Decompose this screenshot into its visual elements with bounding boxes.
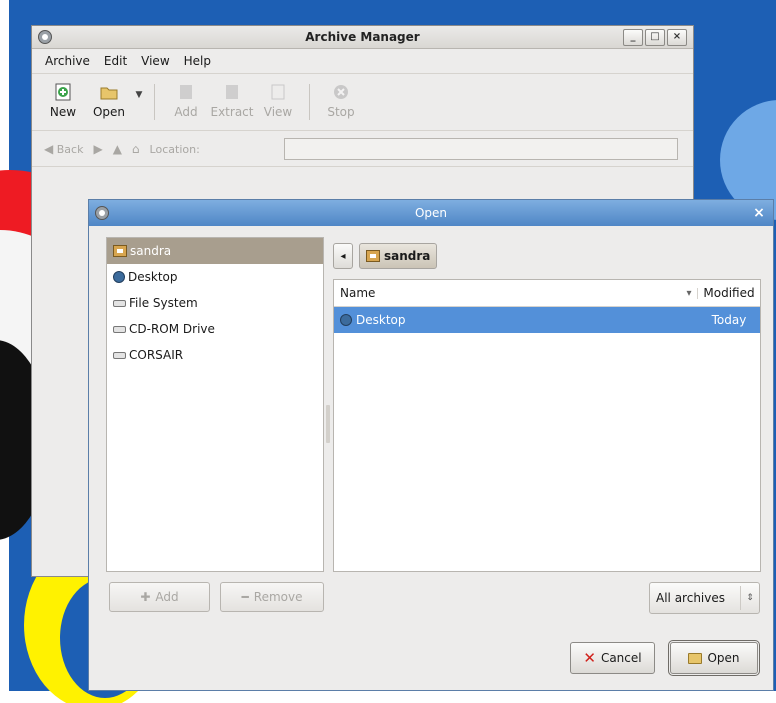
place-label: File System — [129, 296, 198, 310]
place-item-file-system[interactable]: File System — [107, 290, 323, 316]
home-folder-icon — [366, 250, 380, 262]
extract-button[interactable]: Extract — [209, 76, 255, 119]
file-list-header: Name ▾ Modified — [334, 280, 760, 307]
cdrom-icon — [113, 325, 126, 333]
open-folder-icon — [100, 87, 118, 100]
up-arrow-icon[interactable]: ▲ — [113, 142, 122, 156]
sort-arrow-icon[interactable]: ▾ — [681, 287, 698, 299]
add-archive-icon — [180, 85, 192, 99]
file-name: Desktop — [356, 313, 406, 327]
file-name-cell: Desktop — [334, 313, 698, 327]
window-titlebar[interactable]: Archive Manager _ □ × — [32, 26, 693, 49]
back-label: Back — [56, 143, 84, 156]
archive-manager-app-icon[interactable] — [95, 206, 109, 220]
cancel-label: Cancel — [600, 651, 642, 665]
view-label: View — [263, 105, 293, 119]
updown-arrow-icon: ⇕ — [740, 586, 759, 610]
open-recent-dropdown[interactable]: ▼ — [132, 76, 146, 100]
open-button[interactable]: Open — [86, 76, 132, 119]
chevron-down-icon: ▼ — [135, 90, 143, 100]
extract-archive-icon — [226, 85, 238, 99]
place-label: CORSAIR — [129, 348, 184, 362]
place-item-corsair[interactable]: CORSAIR — [107, 342, 323, 368]
back-arrow-icon: ◀ — [44, 142, 54, 156]
add-label: Add — [155, 590, 179, 604]
file-type-filter[interactable]: All archives ⇕ — [649, 582, 760, 614]
place-item-desktop[interactable]: Desktop — [107, 264, 323, 290]
view-file-icon — [271, 84, 285, 100]
close-button[interactable]: × — [667, 29, 687, 46]
place-label: sandra — [130, 244, 172, 258]
add-icon: ✚ — [140, 590, 151, 604]
dialog-titlebar[interactable]: Open × — [89, 200, 773, 226]
close-icon[interactable]: × — [751, 205, 767, 221]
archive-manager-app-icon[interactable] — [38, 30, 52, 44]
file-row[interactable]: Desktop Today — [334, 307, 760, 333]
usb-drive-icon — [113, 351, 126, 359]
stop-label: Stop — [327, 105, 355, 119]
dialog-title: Open — [414, 206, 448, 220]
path-label: sandra — [384, 249, 431, 263]
path-bar: ◂ sandra — [333, 242, 438, 270]
column-header-name[interactable]: Name — [334, 286, 681, 300]
add-files-button[interactable]: Add — [163, 76, 209, 119]
toolbar-separator — [154, 84, 155, 120]
window-title: Archive Manager — [305, 30, 420, 44]
menu-archive[interactable]: Archive — [38, 54, 97, 68]
places-sidebar: sandra Desktop File System CD-ROM Drive … — [106, 237, 324, 572]
open-dialog: Open × sandra Desktop File System CD-ROM… — [88, 199, 774, 691]
desktop-icon — [113, 271, 125, 283]
place-label: CD-ROM Drive — [129, 322, 215, 336]
open-folder-icon — [688, 652, 703, 664]
filter-value: All archives — [656, 591, 725, 605]
column-header-modified[interactable]: Modified — [698, 286, 760, 300]
home-folder-icon — [113, 245, 127, 257]
desktop-icon — [340, 314, 352, 326]
menu-edit[interactable]: Edit — [97, 54, 134, 68]
toolbar-separator — [309, 84, 310, 120]
new-button[interactable]: New — [40, 76, 86, 119]
open-file-button[interactable]: Open — [668, 640, 760, 676]
add-bookmark-button[interactable]: ✚ Add — [109, 582, 210, 612]
view-button[interactable]: View — [255, 76, 301, 119]
menubar: Archive Edit View Help — [32, 49, 693, 74]
menu-view[interactable]: View — [134, 54, 176, 68]
cancel-icon: ✕ — [583, 649, 596, 667]
pane-splitter[interactable] — [326, 405, 330, 443]
back-button[interactable]: ◀ Back — [44, 142, 83, 156]
place-item-cdrom[interactable]: CD-ROM Drive — [107, 316, 323, 342]
maximize-button[interactable]: □ — [645, 29, 665, 46]
cancel-button[interactable]: ✕ Cancel — [570, 642, 655, 674]
drive-icon — [113, 299, 126, 307]
place-item-sandra[interactable]: sandra — [107, 238, 323, 264]
new-label: New — [49, 105, 77, 119]
new-archive-icon — [55, 83, 71, 101]
open-label: Open — [707, 651, 740, 665]
stop-button[interactable]: Stop — [318, 76, 364, 119]
location-bar: ◀ Back ▶ ▲ ⌂ Location: — [32, 132, 693, 167]
home-icon[interactable]: ⌂ — [132, 142, 140, 156]
remove-bookmark-button[interactable]: ━ Remove — [220, 582, 324, 612]
menu-help[interactable]: Help — [177, 54, 218, 68]
remove-label: Remove — [253, 590, 303, 604]
extract-label: Extract — [210, 105, 254, 119]
path-button-sandra[interactable]: sandra — [359, 243, 438, 269]
stop-icon — [334, 85, 348, 99]
chevron-left-icon: ◂ — [340, 250, 346, 262]
location-input[interactable] — [284, 138, 678, 160]
remove-icon: ━ — [241, 590, 249, 604]
file-list: Name ▾ Modified Desktop Today — [333, 279, 761, 572]
place-label: Desktop — [128, 270, 178, 284]
add-label: Add — [174, 105, 198, 119]
minimize-button[interactable]: _ — [623, 29, 643, 46]
forward-arrow-icon[interactable]: ▶ — [93, 142, 102, 156]
open-label: Open — [92, 105, 126, 119]
path-back-button[interactable]: ◂ — [333, 243, 353, 269]
file-modified: Today — [711, 313, 747, 327]
location-label: Location: — [149, 142, 200, 156]
toolbar: New Open ▼ Add Extract View Stop — [32, 76, 693, 131]
